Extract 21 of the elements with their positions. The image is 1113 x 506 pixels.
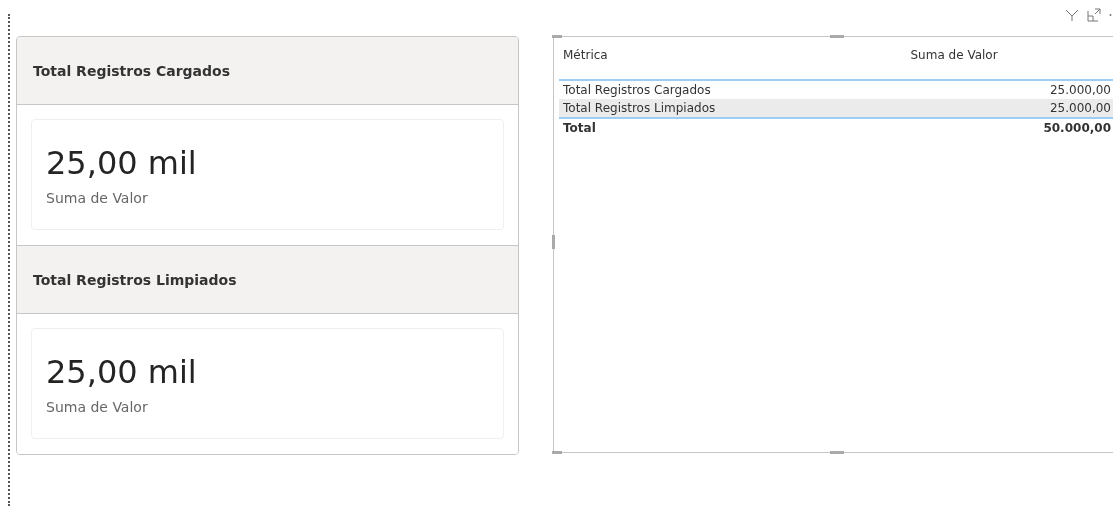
table-cell-text: Total Registros Cargados <box>562 83 712 97</box>
column-header: Métrica <box>562 48 609 62</box>
total-cell-text: 50.000,00 <box>1042 121 1112 135</box>
resize-handle[interactable] <box>830 35 844 38</box>
table-cell-text: 25.000,00 <box>1048 101 1112 115</box>
resize-handle[interactable] <box>552 451 562 454</box>
kpi-caption: Suma de Valor <box>46 189 149 206</box>
card-title: Total Registros Cargados <box>33 62 231 79</box>
kpi-caption: Suma de Valor <box>46 398 149 415</box>
card-title: Total Registros Limpiados <box>33 271 237 288</box>
total-cell-text: Total <box>562 121 597 135</box>
resize-handle[interactable] <box>830 451 844 454</box>
expand-icon[interactable] <box>1087 8 1101 22</box>
table-cell-text: Total Registros Limpiados <box>562 101 717 115</box>
filter-icon[interactable] <box>1065 8 1079 22</box>
resize-handle[interactable] <box>552 35 562 38</box>
kpi-value: 25,00 mil <box>46 143 198 182</box>
column-header: Suma de Valor <box>909 48 999 62</box>
table-cell-text: 25.000,00 <box>1048 83 1112 97</box>
kpi-value: 25,00 mil <box>46 352 198 391</box>
resize-handle[interactable] <box>552 235 555 249</box>
